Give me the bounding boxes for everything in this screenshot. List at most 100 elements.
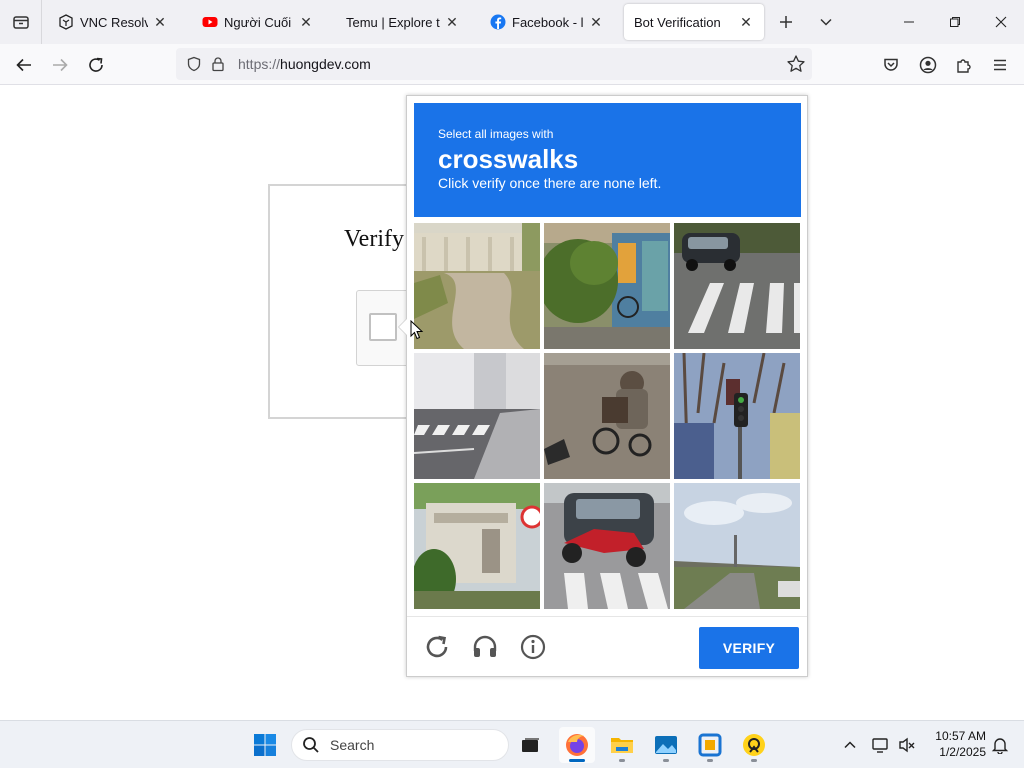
notifications-button[interactable] (988, 733, 1012, 757)
captcha-footer: VERIFY (407, 616, 807, 677)
vnc-favicon-icon (58, 14, 74, 30)
captcha-tile-6[interactable] (674, 353, 800, 479)
start-button[interactable] (247, 727, 283, 763)
headphones-icon (473, 635, 497, 657)
lock-icon[interactable] (208, 54, 228, 74)
instruction-subtext: Click verify once there are none left. (438, 175, 662, 191)
url-host: huongdev.com (280, 56, 371, 72)
running-indicator (707, 759, 713, 762)
taskbar-firefox[interactable] (559, 727, 595, 763)
taskbar-file-explorer[interactable] (604, 727, 640, 763)
account-icon (919, 56, 937, 74)
tab-strip: VNC Resolver - I ✕ Người Cuối Cùn ✕ Temu… (0, 0, 1024, 44)
close-tab-icon[interactable]: ✕ (588, 14, 604, 30)
tab-list-button[interactable] (0, 0, 42, 44)
tab-youtube[interactable]: Người Cuối Cùn ✕ (192, 4, 324, 40)
close-window-button[interactable] (978, 0, 1024, 44)
tile-image (414, 483, 540, 609)
extensions-button[interactable] (949, 50, 979, 80)
bookmark-star-icon[interactable] (786, 54, 806, 79)
tab-temu[interactable]: Temu | Explore the L ✕ (336, 4, 470, 40)
tile-image (674, 483, 800, 609)
captcha-tile-7[interactable] (414, 483, 540, 609)
plus-icon (780, 16, 792, 28)
url-text[interactable]: https://huongdev.com (238, 56, 371, 72)
mouse-cursor-icon (410, 320, 424, 340)
close-icon (995, 16, 1007, 28)
tile-image (544, 483, 670, 609)
close-tab-icon[interactable]: ✕ (298, 14, 314, 30)
verify-button[interactable]: VERIFY (699, 627, 799, 669)
arrow-right-icon (53, 58, 68, 72)
taskbar-search[interactable]: Search (291, 729, 509, 761)
pocket-button[interactable] (876, 50, 906, 80)
volume-status[interactable] (895, 733, 919, 757)
minimize-icon (904, 21, 914, 23)
shield-icon[interactable] (184, 54, 204, 74)
forward-button[interactable] (45, 50, 75, 80)
taskbar-app-remote[interactable] (692, 727, 728, 763)
show-hidden-icons-button[interactable] (838, 733, 862, 757)
search-placeholder: Search (330, 737, 375, 753)
tab-title: VNC Resolver - I (80, 14, 148, 30)
remote-desktop-icon (698, 733, 722, 757)
tab-bot-verification[interactable]: Bot Verification ✕ (624, 4, 764, 40)
chevron-down-icon (820, 18, 832, 26)
restore-icon (950, 17, 960, 27)
hamburger-menu-icon (994, 59, 1006, 71)
page-title: Verify (344, 226, 404, 252)
captcha-tile-1[interactable] (414, 223, 540, 349)
captcha-checkbox[interactable] (369, 313, 397, 341)
taskbar-app-photos[interactable] (648, 727, 684, 763)
puzzle-icon (957, 59, 971, 73)
tab-title: Bot Verification (634, 14, 721, 30)
tab-title: Người Cuối Cùn (224, 14, 294, 30)
minimize-button[interactable] (886, 0, 932, 44)
close-tab-icon[interactable]: ✕ (444, 14, 460, 30)
list-all-tabs-button[interactable] (812, 10, 840, 34)
network-status[interactable] (869, 733, 893, 757)
running-indicator (663, 759, 669, 762)
menu-button[interactable] (985, 50, 1015, 80)
audio-challenge-button[interactable] (470, 632, 500, 662)
close-tab-icon[interactable]: ✕ (738, 14, 754, 30)
captcha-tile-3[interactable] (674, 223, 800, 349)
captcha-tile-9[interactable] (674, 483, 800, 609)
taskbar-app-yellow[interactable] (736, 727, 772, 763)
tab-title: Temu | Explore the L (346, 14, 440, 30)
tile-image (544, 223, 670, 349)
running-indicator (751, 759, 757, 762)
captcha-tile-2[interactable] (544, 223, 670, 349)
popup-pointer (398, 318, 407, 336)
reload-button[interactable] (81, 50, 111, 80)
chevron-up-icon (844, 741, 856, 749)
captcha-tile-4[interactable] (414, 353, 540, 479)
captcha-tile-5[interactable] (544, 353, 670, 479)
network-icon (872, 738, 888, 753)
pocket-icon (884, 58, 898, 71)
refresh-challenge-button[interactable] (422, 632, 452, 662)
close-tab-icon[interactable]: ✕ (152, 14, 168, 30)
address-bar[interactable]: https://huongdev.com (176, 48, 812, 80)
account-button[interactable] (913, 50, 943, 80)
task-view-button[interactable] (512, 727, 548, 763)
search-icon (303, 737, 319, 753)
new-tab-button[interactable] (772, 10, 800, 34)
tab-facebook[interactable]: Facebook - log i ✕ (480, 4, 614, 40)
info-button[interactable] (518, 632, 548, 662)
back-button[interactable] (9, 50, 39, 80)
arrow-left-icon (16, 58, 31, 72)
image-grid (414, 223, 801, 610)
captcha-tile-8[interactable] (544, 483, 670, 609)
firefox-icon (566, 734, 588, 756)
muted-speaker-icon (899, 737, 915, 753)
reload-icon (89, 57, 103, 72)
maximize-button[interactable] (932, 0, 978, 44)
url-protocol: https:// (238, 56, 281, 72)
tab-vnc-resolver[interactable]: VNC Resolver - I ✕ (48, 4, 178, 40)
tile-image (414, 353, 540, 479)
taskbar-clock[interactable]: 10:57 AM 1/2/2025 (924, 728, 986, 760)
tile-image (674, 223, 800, 349)
instruction-text: Select all images with (438, 127, 554, 141)
windows-logo-icon (254, 734, 276, 756)
